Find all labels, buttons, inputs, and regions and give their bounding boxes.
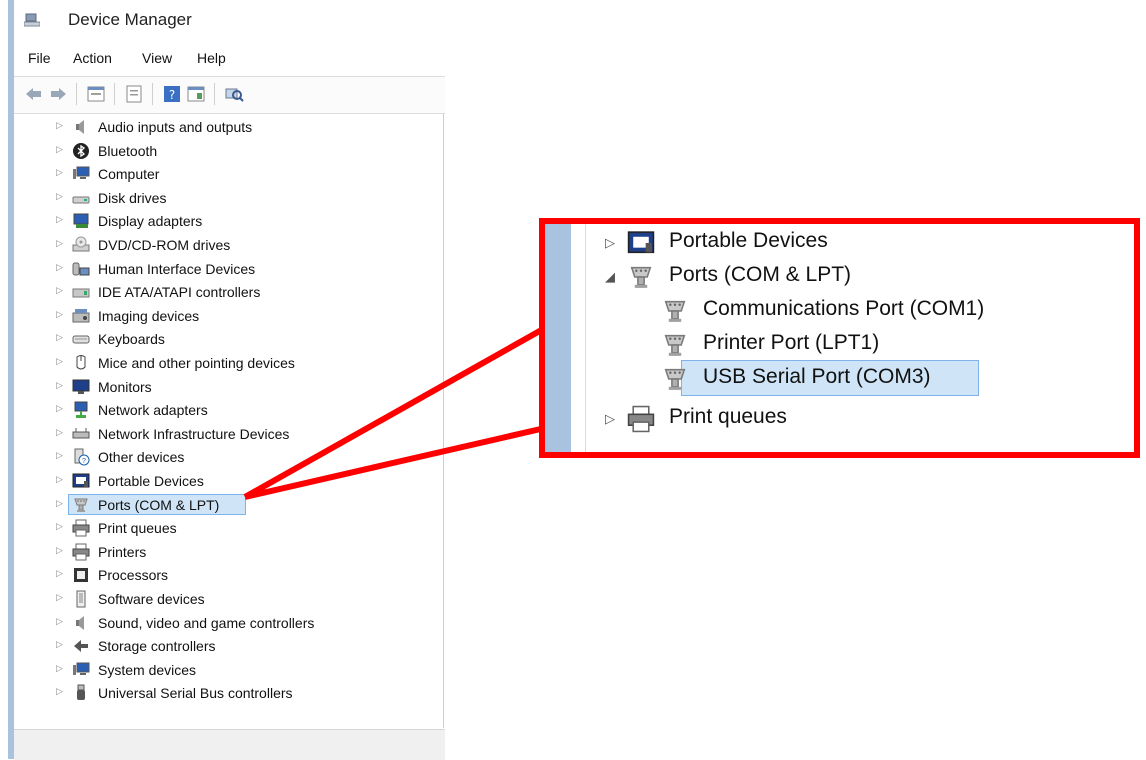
zoom-item-label: USB Serial Port (COM3) [703,365,931,388]
zoom-item-label: Communications Port (COM1) [703,297,985,320]
expand-arrow-icon[interactable]: ▷ [605,411,615,427]
port-icon [661,331,691,359]
callout-line-bottom [244,425,546,500]
zoom-tree-item[interactable]: ◢ Ports (COM & LPT) [545,260,1134,294]
expand-arrow-icon[interactable]: ◢ [605,269,615,285]
expand-arrow-icon[interactable]: ▷ [605,235,615,251]
port-icon [661,365,691,393]
zoom-tree-item[interactable]: ▷ Portable Devices [545,226,1134,260]
zoom-item-label: Print queues [669,405,787,428]
portable-device-icon [627,229,657,257]
zoom-tree-item[interactable]: USB Serial Port (COM3) [545,362,1134,396]
zoom-tree-item[interactable]: Printer Port (LPT1) [545,328,1134,362]
zoom-item-label: Printer Port (LPT1) [703,331,880,354]
port-icon [627,263,657,291]
zoom-tree-item[interactable]: Communications Port (COM1) [545,294,1134,328]
zoom-item-label: Ports (COM & LPT) [669,263,852,286]
zoom-item-label: Portable Devices [669,229,828,252]
printer-icon [627,405,657,433]
zoom-callout-box: ▷ Portable Devices ◢ Ports (COM & LPT) Commu… [539,218,1140,458]
callout-line-top [243,325,547,500]
zoom-content: ▷ Portable Devices ◢ Ports (COM & LPT) Commu… [545,224,1134,452]
zoom-tree-item[interactable]: ▷ Print queues [545,402,1134,436]
port-icon [661,297,691,325]
